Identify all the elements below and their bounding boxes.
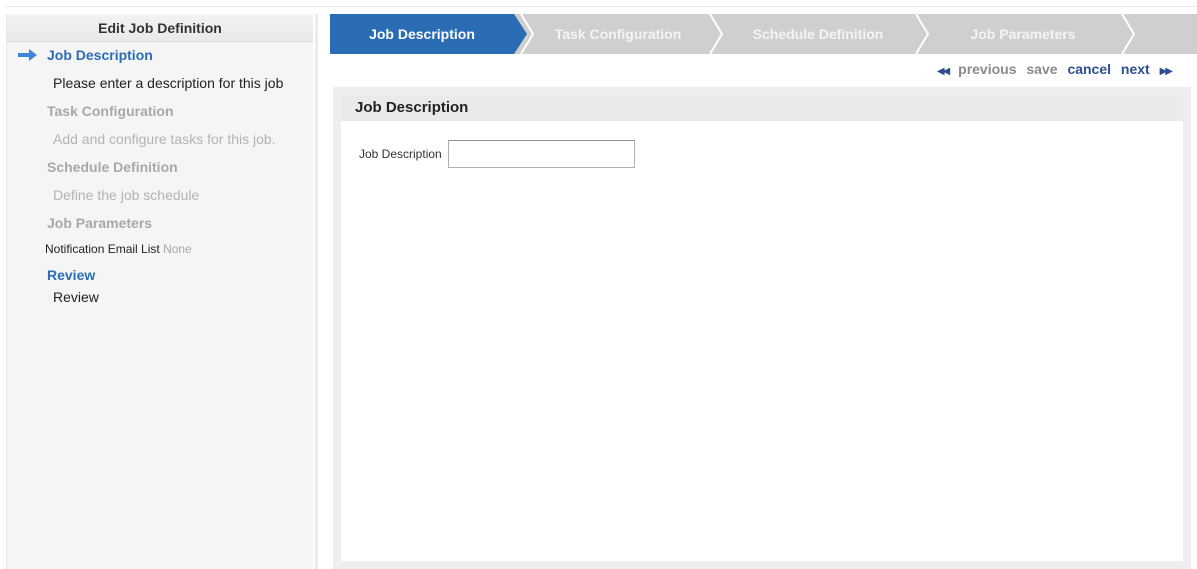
top-divider — [6, 6, 1197, 7]
step-title-job-parameters: Job Parameters — [47, 215, 153, 231]
sidebar-step-schedule-definition: Schedule Definition Define the job sched… — [7, 154, 318, 210]
step-title-schedule-definition: Schedule Definition — [47, 159, 178, 175]
job-description-panel: Job Description Job Description — [341, 95, 1183, 561]
sidebar-step-job-parameters: Job Parameters Notification Email List N… — [7, 210, 318, 262]
step-title-review[interactable]: Review — [7, 262, 318, 288]
next-button[interactable]: next — [1121, 61, 1150, 77]
wizard-page: Edit Job Definition Job Description Plea… — [0, 0, 1197, 569]
previous-arrow-icon: ◀◀ — [936, 66, 950, 77]
step-desc-schedule-definition: Define the job schedule — [53, 187, 200, 203]
job-description-row: Job Description — [359, 140, 635, 168]
previous-button[interactable]: previous — [958, 61, 1016, 77]
step-desc-task-configuration: Add and configure tasks for this job. — [53, 131, 276, 147]
notification-email-list: Notification Email List None — [7, 236, 318, 262]
current-step-arrow-icon — [18, 49, 37, 61]
cancel-button[interactable]: cancel — [1067, 61, 1111, 77]
sidebar-step-task-configuration: Task Configuration Add and configure tas… — [7, 98, 318, 154]
save-button[interactable]: save — [1026, 61, 1057, 77]
tab-job-description[interactable]: Job Description — [330, 14, 514, 54]
wizard-sidebar: Edit Job Definition Job Description Plea… — [6, 14, 318, 569]
notification-email-value: None — [163, 242, 192, 256]
step-desc-job-description: Please enter a description for this job — [53, 75, 284, 91]
sidebar-step-job-description[interactable]: Job Description Please enter a descripti… — [7, 42, 318, 98]
notification-email-label: Notification Email List — [45, 242, 160, 256]
tab-schedule-definition[interactable]: Schedule Definition — [722, 14, 914, 54]
step-title-job-description[interactable]: Job Description — [7, 42, 318, 68]
step-desc-review: Review — [53, 289, 99, 305]
wizard-nav: ◀◀ previous save cancel next ▶▶ — [931, 59, 1173, 79]
next-arrow-icon: ▶▶ — [1159, 66, 1173, 77]
panel-header: Job Description — [341, 95, 1183, 121]
main-content: Job Description Job Description — [333, 87, 1191, 569]
wizard-tab-bar: Job Description Task Configuration Sched… — [330, 14, 1197, 54]
sidebar-title: Edit Job Definition — [7, 14, 313, 42]
sidebar-step-review[interactable]: Review Review — [7, 262, 318, 310]
tab-job-parameters[interactable]: Job Parameters — [926, 14, 1120, 54]
job-description-input[interactable] — [447, 140, 635, 168]
tab-task-configuration[interactable]: Task Configuration — [526, 14, 710, 54]
job-description-label: Job Description — [359, 147, 442, 161]
step-title-task-configuration: Task Configuration — [47, 103, 174, 119]
